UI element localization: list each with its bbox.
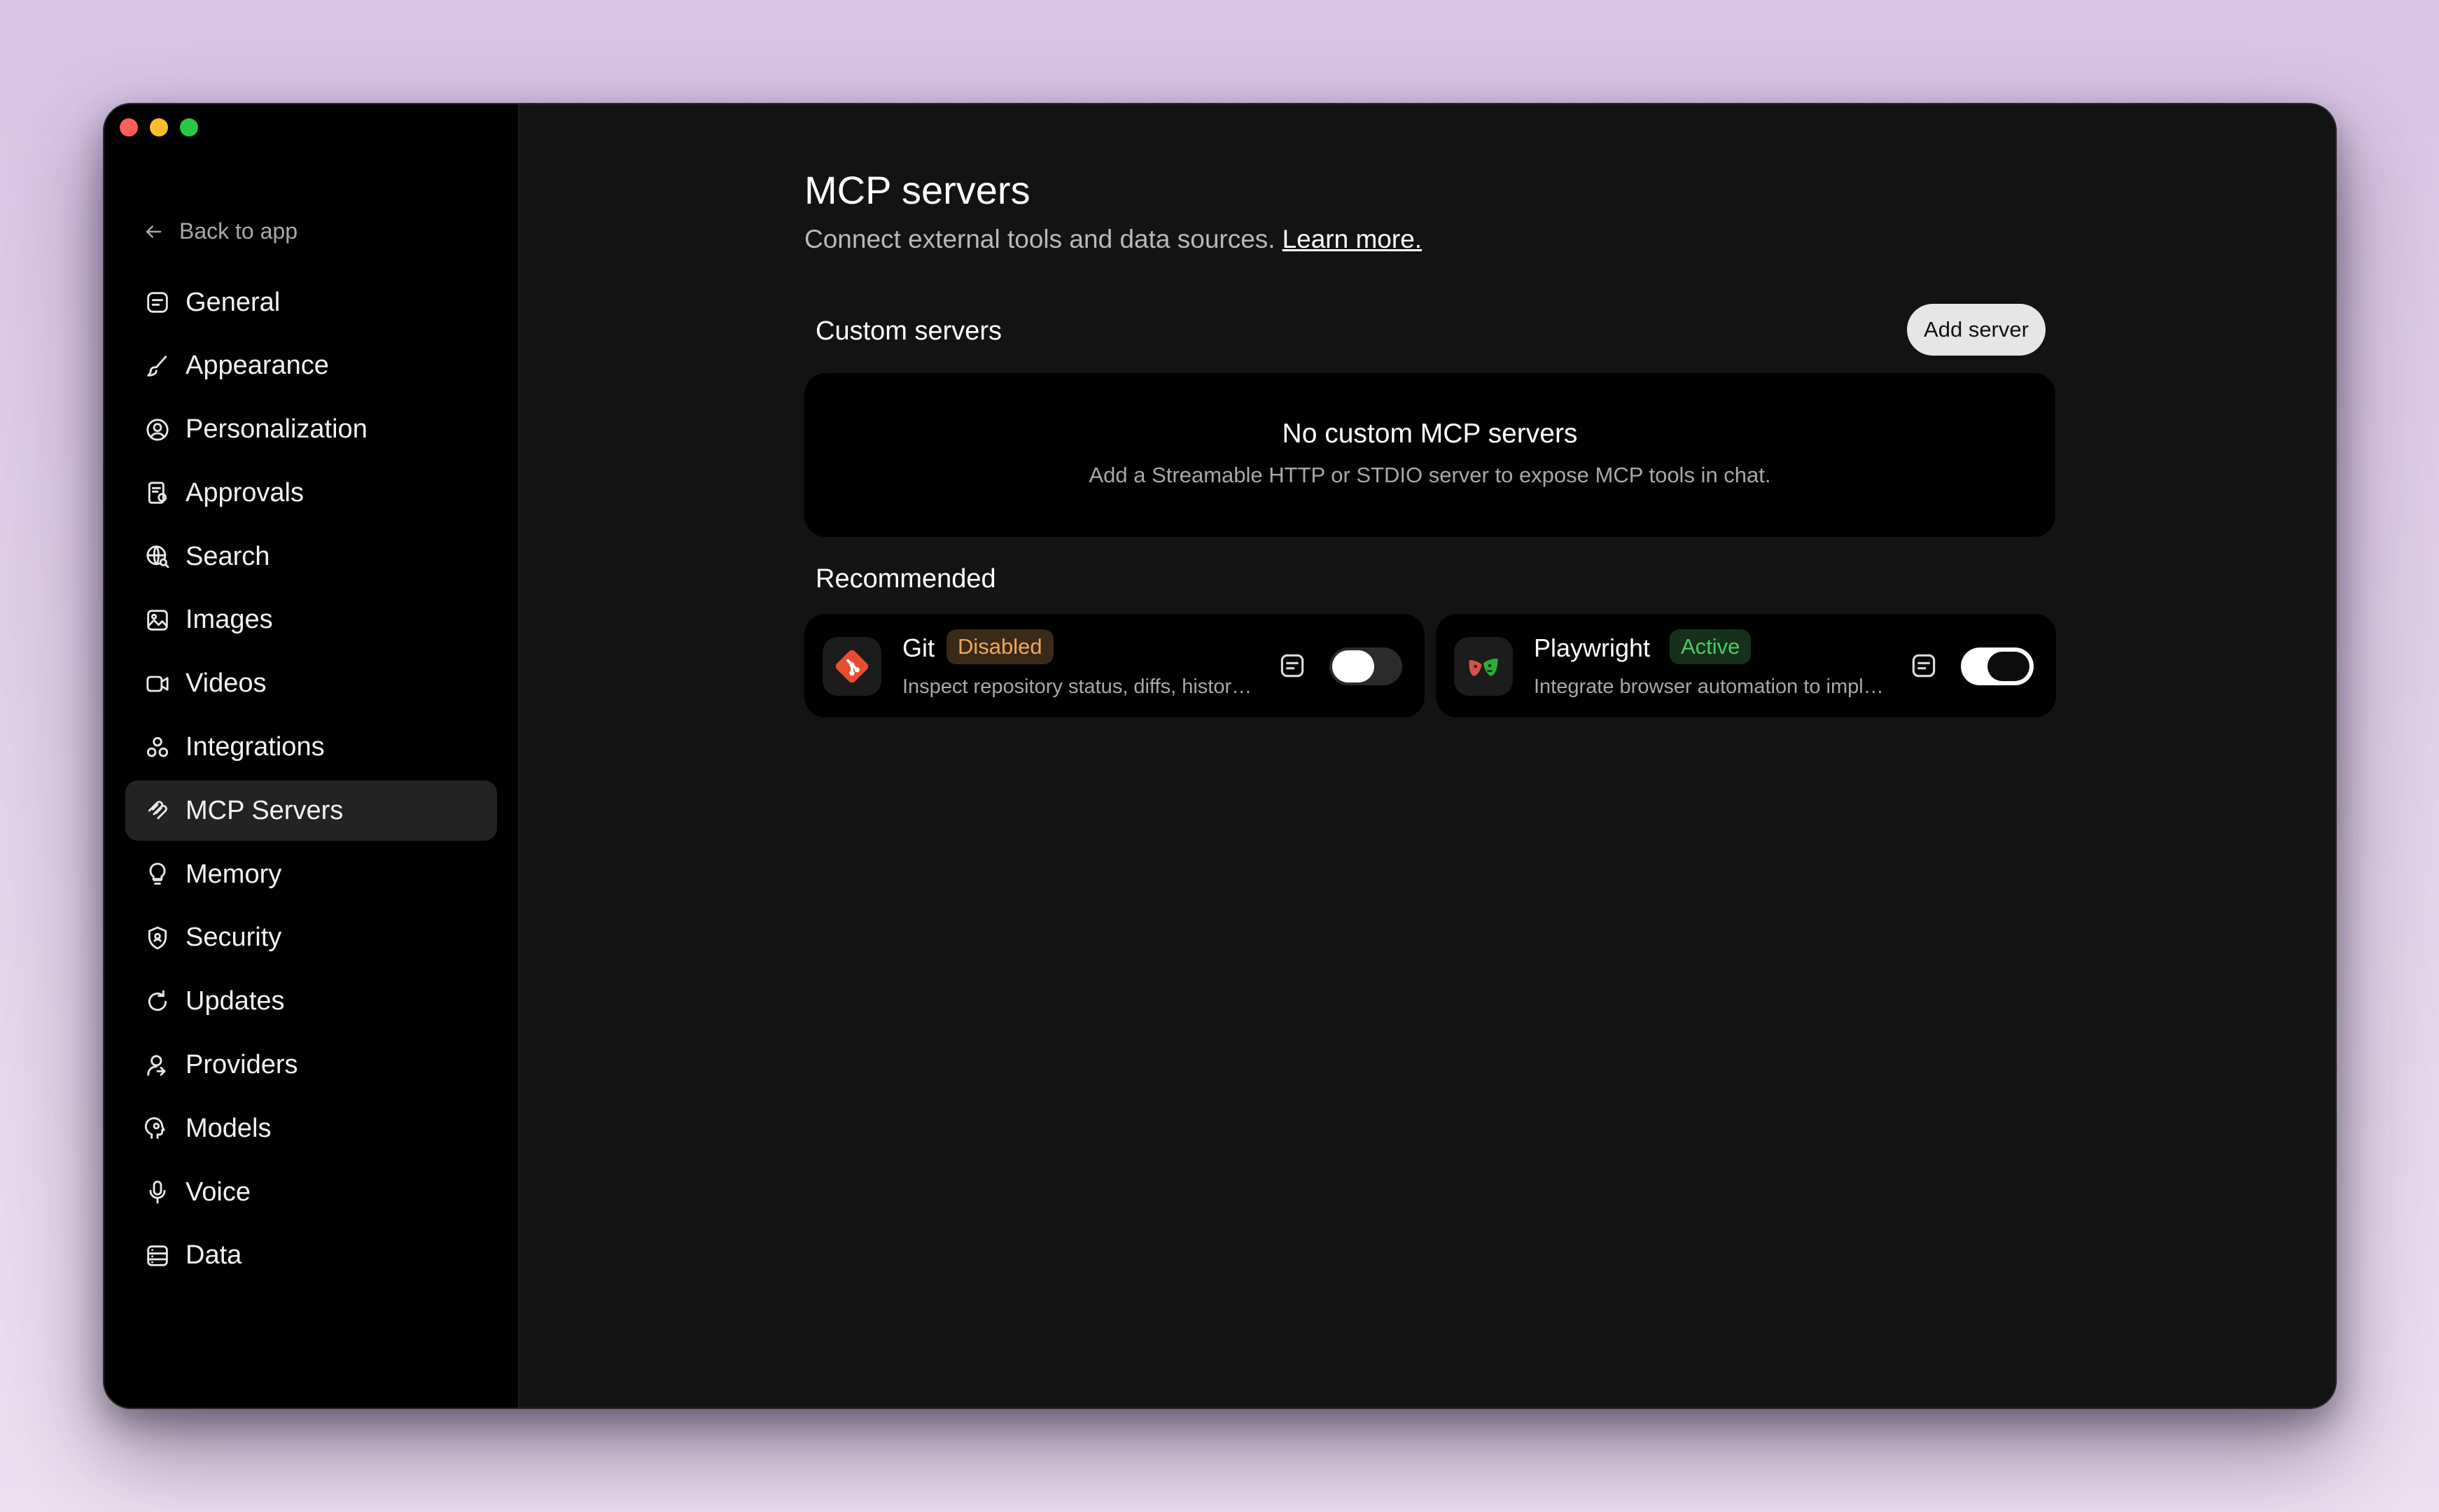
globe-search-icon (146, 545, 169, 568)
sidebar-item-integrations[interactable]: Integrations (125, 718, 497, 778)
custom-servers-empty-state: No custom MCP servers Add a Streamable H… (804, 373, 2055, 537)
server-description: Integrate browser automation to implemen… (1534, 676, 1884, 698)
server-config-icon[interactable] (1277, 650, 1308, 681)
empty-state-description: Add a Streamable HTTP or STDIO server to… (1089, 463, 1771, 487)
status-badge-disabled: Disabled (946, 629, 1054, 664)
sidebar-item-label: Images (186, 605, 273, 635)
sidebar-item-personalization[interactable]: Personalization (125, 400, 497, 460)
page-subtitle: Connect external tools and data sources.… (804, 225, 1422, 254)
toggle-knob (1332, 650, 1374, 682)
sidebar-item-label: Providers (186, 1050, 298, 1080)
sidebar-item-mcp-servers[interactable]: MCP Servers (125, 780, 497, 841)
sidebar-item-memory[interactable]: Memory (125, 844, 497, 904)
sidebar-item-voice[interactable]: Voice (125, 1162, 497, 1222)
lightbulb-icon (149, 862, 166, 885)
sidebar-item-label: Search (186, 541, 270, 571)
sidebar-item-label: General (186, 287, 281, 317)
sidebar-item-label: Data (186, 1240, 242, 1270)
server-description: Inspect repository status, diffs, histor… (902, 676, 1252, 698)
sidebar-item-label: Videos (186, 668, 267, 699)
settings-window: Back to app General Appearance Personali… (103, 103, 2337, 1409)
settings-nav: General Appearance Personalization Appro… (125, 272, 497, 1289)
server-name: Playwright (1534, 634, 1651, 662)
sidebar-item-security[interactable]: Security (125, 908, 497, 968)
page-subtitle-text: Connect external tools and data sources. (804, 225, 1276, 253)
learn-more-link[interactable]: Learn more. (1283, 225, 1423, 253)
database-icon (147, 1245, 168, 1266)
server-config-icon[interactable] (1908, 650, 1939, 681)
window-controls (120, 118, 198, 136)
back-to-app-label: Back to app (179, 218, 298, 244)
empty-state-title: No custom MCP servers (1282, 419, 1578, 449)
sidebar-item-label: Voice (186, 1177, 251, 1207)
sidebar-item-images[interactable]: Images (125, 590, 497, 650)
user-circle-icon (146, 419, 169, 441)
playwright-logo-icon (1454, 637, 1513, 696)
sidebar-item-label: MCP Servers (186, 795, 344, 825)
zoom-window-button[interactable] (180, 118, 198, 136)
sidebar-item-label: Updates (186, 986, 285, 1016)
git-enable-toggle[interactable] (1329, 648, 1402, 685)
sidebar-item-data[interactable]: Data (125, 1226, 497, 1286)
head-icon (144, 1117, 165, 1140)
back-to-app-link[interactable]: Back to app (143, 218, 298, 244)
sidebar-item-updates[interactable]: Updates (125, 972, 497, 1032)
sidebar-item-label: Models (186, 1113, 272, 1143)
sidebar-item-videos[interactable]: Videos (125, 654, 497, 714)
toggle-knob (1987, 652, 2029, 681)
sidebar-item-providers[interactable]: Providers (125, 1035, 497, 1096)
sidebar-item-label: Security (186, 923, 282, 953)
sidebar-item-label: Approvals (186, 477, 304, 507)
sidebar-item-appearance[interactable]: Appearance (125, 336, 497, 396)
sidebar-item-approvals[interactable]: Approvals (125, 463, 497, 523)
status-badge-active: Active (1670, 629, 1752, 664)
playwright-enable-toggle[interactable] (1961, 648, 2034, 685)
image-icon (147, 610, 168, 631)
recommended-heading: Recommended (816, 564, 996, 594)
sidebar-item-label: Memory (186, 859, 282, 889)
add-server-button[interactable]: Add server (1907, 304, 2046, 356)
sidebar-item-models[interactable]: Models (125, 1098, 497, 1158)
sidebar-item-label: Integrations (186, 732, 325, 762)
arrow-left-icon (146, 225, 162, 238)
general-icon (147, 292, 168, 313)
integrations-icon (146, 736, 169, 757)
server-name: Git (902, 634, 935, 662)
sidebar-item-label: Personalization (186, 414, 368, 444)
page-title: MCP servers (804, 168, 1030, 212)
close-window-button[interactable] (120, 118, 138, 136)
mcp-icon (148, 801, 167, 820)
approvals-icon (148, 482, 167, 504)
shield-icon (148, 926, 167, 950)
brush-icon (147, 356, 167, 377)
providers-icon (147, 1054, 166, 1076)
refresh-icon (148, 990, 167, 1011)
recommended-server-git: Git Disabled Inspect repository status, … (804, 614, 1425, 718)
custom-servers-heading: Custom servers (816, 316, 1002, 346)
sidebar-item-general[interactable]: General (125, 272, 497, 332)
microphone-icon (149, 1180, 166, 1204)
sidebar: Back to app General Appearance Personali… (104, 104, 519, 1408)
recommended-server-playwright: Playwright Active Integrate browser auto… (1436, 614, 2056, 718)
git-logo-icon (823, 637, 881, 696)
minimize-window-button[interactable] (150, 118, 168, 136)
sidebar-item-search[interactable]: Search (125, 526, 497, 587)
video-icon (146, 676, 169, 692)
sidebar-item-label: Appearance (186, 351, 329, 381)
